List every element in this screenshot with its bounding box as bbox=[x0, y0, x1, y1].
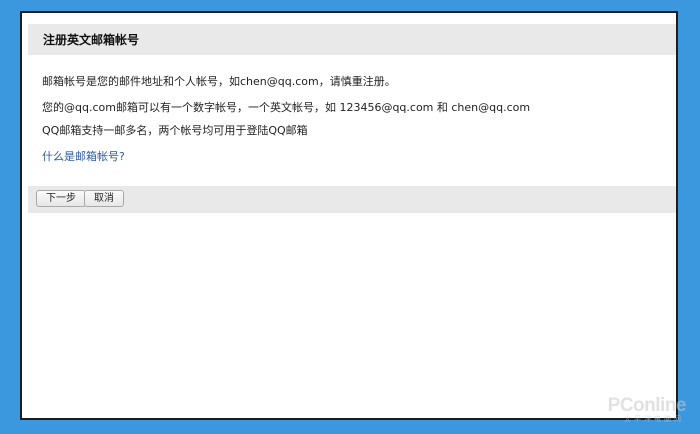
register-english-email-dialog: 注册英文邮箱帐号 邮箱帐号是您的邮件地址和个人帐号，如chen@qq.com，请… bbox=[20, 11, 678, 420]
cancel-button[interactable]: 取消 bbox=[84, 190, 124, 207]
info-text-multiple-names: QQ邮箱支持一邮多名，两个帐号均可用于登陆QQ邮箱 bbox=[42, 124, 308, 137]
dialog-title-bar: 注册英文邮箱帐号 bbox=[28, 24, 676, 55]
next-step-button[interactable]: 下一步 bbox=[36, 190, 86, 207]
dialog-title: 注册英文邮箱帐号 bbox=[43, 33, 140, 47]
dialog-content: 邮箱帐号是您的邮件地址和个人帐号，如chen@qq.com，请慎重注册。 您的@… bbox=[28, 55, 676, 186]
info-text-account-description: 邮箱帐号是您的邮件地址和个人帐号，如chen@qq.com，请慎重注册。 bbox=[42, 75, 396, 88]
dialog-footer: 下一步 取消 bbox=[28, 186, 676, 213]
what-is-email-account-link[interactable]: 什么是邮箱帐号? bbox=[42, 148, 125, 164]
pconline-watermark-subtitle: 太平洋电脑网 bbox=[624, 415, 684, 423]
info-text-account-types: 您的@qq.com邮箱可以有一个数字帐号，一个英文帐号，如 123456@qq.… bbox=[42, 101, 531, 114]
